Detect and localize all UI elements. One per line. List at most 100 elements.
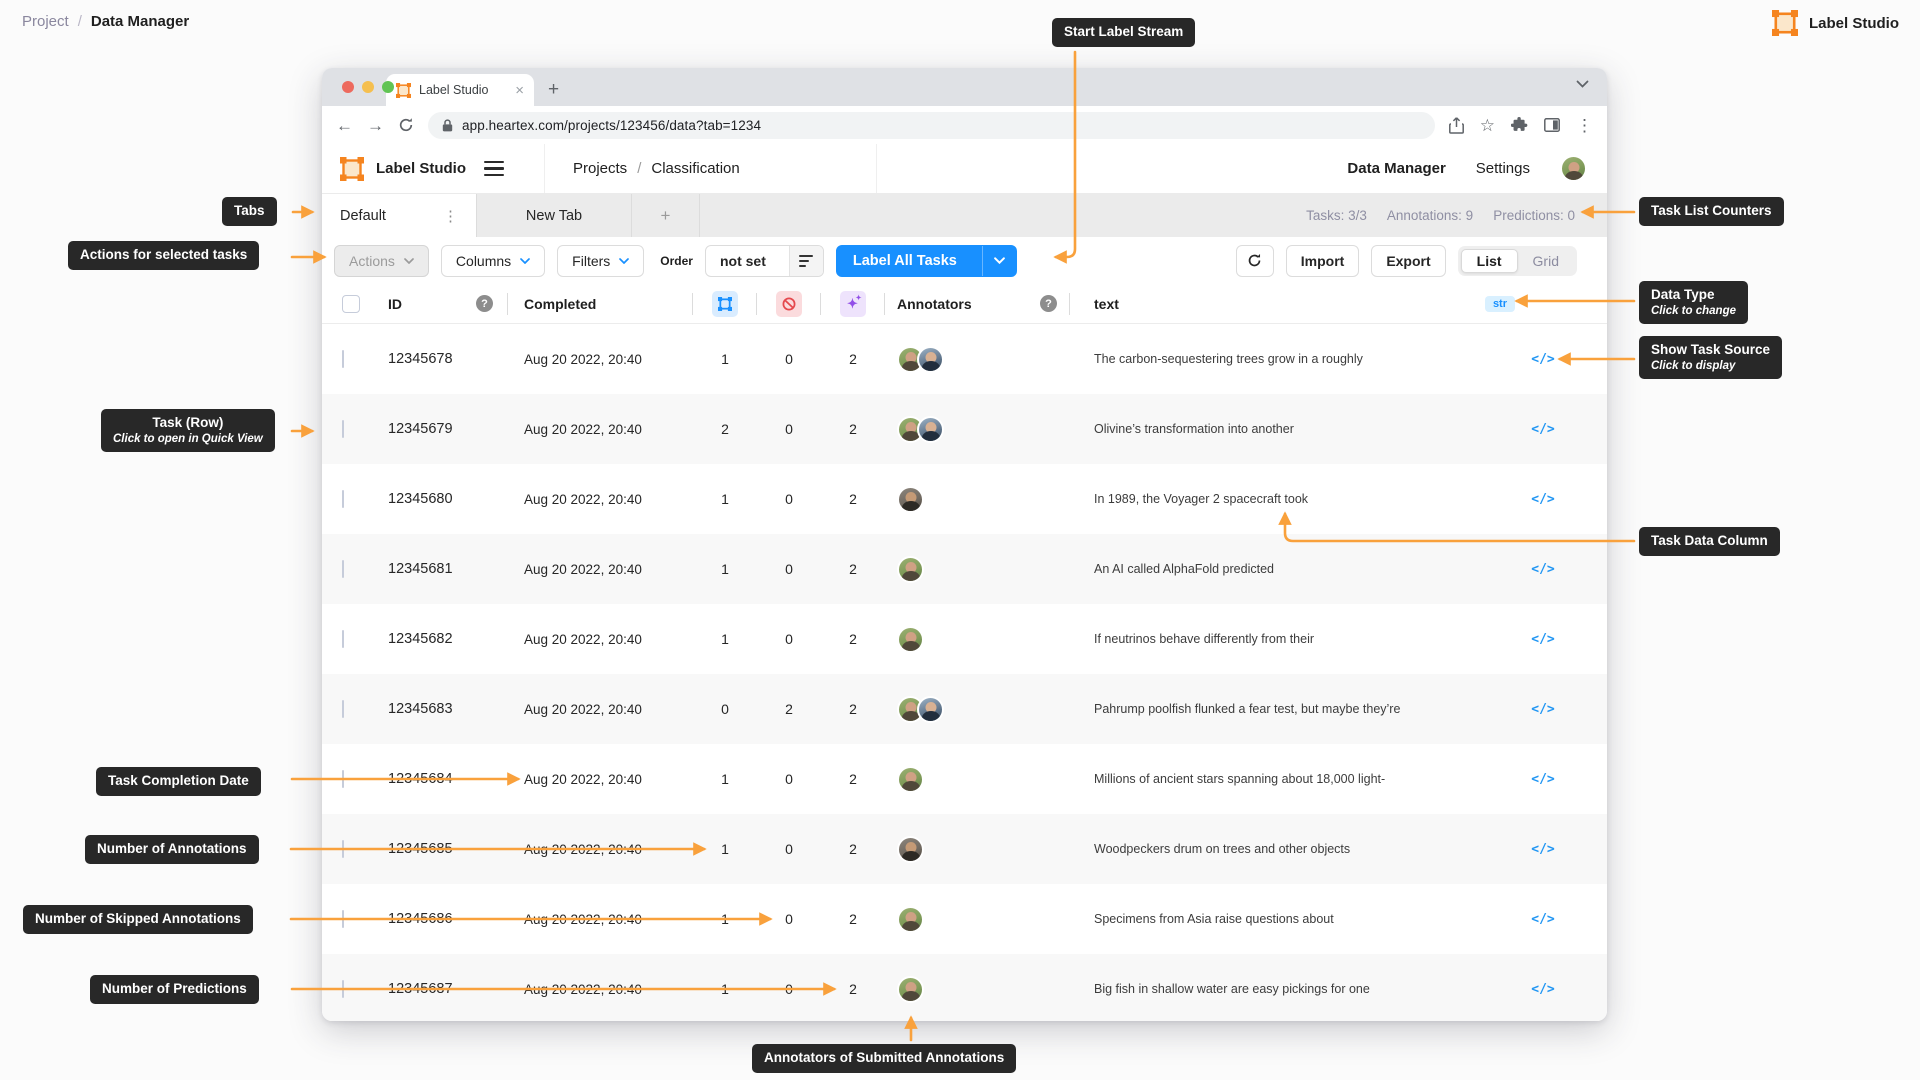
table-row[interactable]: 12345686 Aug 20 2022, 20:40 1 0 2 Specim… <box>322 884 1607 954</box>
label-studio-logo-icon[interactable] <box>340 156 364 181</box>
table-row[interactable]: 12345681 Aug 20 2022, 20:40 1 0 2 An AI … <box>322 534 1607 604</box>
reload-icon[interactable] <box>398 117 414 133</box>
task-text: Pahrump poolfish flunked a fear test, bu… <box>1094 702 1401 716</box>
columns-dropdown[interactable]: Columns <box>440 244 546 277</box>
column-header-annotations[interactable] <box>693 290 757 317</box>
help-icon[interactable]: ? <box>1040 295 1057 312</box>
table-row[interactable]: 12345678 Aug 20 2022, 20:40 1 0 2 The ca… <box>322 324 1607 394</box>
hamburger-menu-icon[interactable] <box>484 160 504 177</box>
skipped-count: 0 <box>785 561 793 577</box>
show-source-icon[interactable]: </> <box>1515 772 1571 787</box>
favicon-label-studio-icon <box>396 82 411 98</box>
page-title: Data Manager <box>90 13 190 30</box>
breadcrumb-project[interactable]: Project <box>22 13 69 30</box>
table-row[interactable]: 12345680 Aug 20 2022, 20:40 1 0 2 In 198… <box>322 464 1607 534</box>
row-checkbox[interactable] <box>342 350 344 368</box>
label-all-tasks-button[interactable]: Label All Tasks <box>835 244 1017 277</box>
row-checkbox[interactable] <box>342 560 344 578</box>
browser-tab[interactable]: Label Studio × <box>386 74 534 106</box>
help-icon[interactable]: ? <box>476 295 493 312</box>
nav-data-manager[interactable]: Data Manager <box>1347 160 1445 177</box>
tab-new-tab[interactable]: New Tab <box>477 194 632 237</box>
new-tab-icon[interactable]: + <box>548 80 559 99</box>
show-source-icon[interactable]: </> <box>1515 352 1571 367</box>
import-button[interactable]: Import <box>1285 244 1360 277</box>
predictions-count: 2 <box>849 911 857 927</box>
actions-dropdown[interactable]: Actions <box>334 244 429 277</box>
row-checkbox[interactable] <box>342 910 344 928</box>
column-header-completed[interactable]: Completed <box>508 292 693 315</box>
show-source-icon[interactable]: </> <box>1515 912 1571 927</box>
show-source-icon[interactable]: </> <box>1515 422 1571 437</box>
show-source-icon[interactable]: </> <box>1515 562 1571 577</box>
column-header-skipped[interactable] <box>757 290 821 317</box>
annotator-avatar <box>897 905 924 933</box>
minimize-window-button[interactable] <box>362 81 374 93</box>
column-header-source <box>1515 293 1571 315</box>
row-checkbox[interactable] <box>342 840 344 858</box>
traffic-lights <box>342 81 394 93</box>
nav-settings[interactable]: Settings <box>1476 160 1530 177</box>
table-row[interactable]: 12345682 Aug 20 2022, 20:40 1 0 2 If neu… <box>322 604 1607 674</box>
export-button[interactable]: Export <box>1371 244 1446 277</box>
table-row[interactable]: 12345684 Aug 20 2022, 20:40 1 0 2 Millio… <box>322 744 1607 814</box>
annotators-cell <box>885 695 1070 723</box>
refresh-button[interactable] <box>1235 244 1274 277</box>
show-source-icon[interactable]: </> <box>1515 702 1571 717</box>
task-completed-date: Aug 20 2022, 20:40 <box>524 981 642 997</box>
view-grid-option[interactable]: Grid <box>1518 250 1574 272</box>
show-source-icon[interactable]: </> <box>1515 632 1571 647</box>
select-all-checkbox[interactable] <box>342 294 360 313</box>
table-row[interactable]: 12345685 Aug 20 2022, 20:40 1 0 2 Woodpe… <box>322 814 1607 884</box>
tab-default[interactable]: Default ⋮ <box>322 194 477 237</box>
show-source-icon[interactable]: </> <box>1515 842 1571 857</box>
label-tasks-dropdown-toggle[interactable] <box>981 245 1016 276</box>
predictions-count: 2 <box>849 351 857 367</box>
sort-direction-button[interactable] <box>788 245 823 276</box>
order-selector[interactable]: not set <box>704 244 824 277</box>
predictions-count: 2 <box>849 771 857 787</box>
filters-dropdown[interactable]: Filters <box>557 244 645 277</box>
show-source-icon[interactable]: </> <box>1515 492 1571 507</box>
side-panel-icon[interactable] <box>1544 118 1560 132</box>
table-row[interactable]: 12345683 Aug 20 2022, 20:40 0 2 2 Pahrum… <box>322 674 1607 744</box>
task-list-counters: Tasks: 3/3 Annotations: 9 Predictions: 0 <box>700 194 1607 237</box>
annotations-count: 1 <box>721 351 729 367</box>
predictions-count: 2 <box>849 561 857 577</box>
browser-menu-kebab-icon[interactable]: ⋮ <box>1576 117 1593 134</box>
chevron-down-icon[interactable] <box>1576 80 1589 88</box>
data-type-badge[interactable]: str <box>1484 295 1515 312</box>
row-checkbox[interactable] <box>342 490 344 508</box>
task-text: Olivine’s transformation into another <box>1094 422 1294 436</box>
row-checkbox[interactable] <box>342 700 344 718</box>
column-header-predictions[interactable]: ✦ ✦ <box>821 290 885 317</box>
task-completed-date: Aug 20 2022, 20:40 <box>524 421 642 437</box>
column-header-id[interactable]: ID ? <box>368 292 508 315</box>
row-checkbox[interactable] <box>342 770 344 788</box>
show-source-icon[interactable]: </> <box>1515 982 1571 997</box>
tab-close-icon[interactable]: × <box>515 83 524 98</box>
chevron-down-icon <box>404 257 414 264</box>
row-checkbox[interactable] <box>342 980 344 998</box>
view-list-option[interactable]: List <box>1460 248 1518 273</box>
skipped-count: 0 <box>785 911 793 927</box>
annotators-header-label: Annotators <box>897 295 972 312</box>
forward-icon[interactable]: → <box>367 117 384 134</box>
row-checkbox[interactable] <box>342 630 344 648</box>
share-icon[interactable] <box>1448 116 1464 134</box>
address-bar[interactable]: app.heartex.com/projects/123456/data?tab… <box>428 111 1435 139</box>
close-window-button[interactable] <box>342 81 354 93</box>
breadcrumb-projects[interactable]: Projects <box>573 160 627 177</box>
add-tab-button[interactable]: + <box>632 194 700 237</box>
extensions-puzzle-icon[interactable] <box>1511 116 1528 134</box>
tab-options-kebab-icon[interactable]: ⋮ <box>443 207 458 225</box>
column-header-text[interactable]: text str <box>1070 293 1515 315</box>
bookmark-star-icon[interactable]: ☆ <box>1480 117 1495 134</box>
row-checkbox[interactable] <box>342 420 344 438</box>
column-header-annotators[interactable]: Annotators ? <box>885 292 1070 315</box>
zoom-window-button[interactable] <box>382 81 394 93</box>
user-avatar[interactable] <box>1560 155 1587 182</box>
table-row[interactable]: 12345687 Aug 20 2022, 20:40 1 0 2 Big fi… <box>322 954 1607 1021</box>
back-icon[interactable]: ← <box>336 117 353 134</box>
table-row[interactable]: 12345679 Aug 20 2022, 20:40 2 0 2 Olivin… <box>322 394 1607 464</box>
